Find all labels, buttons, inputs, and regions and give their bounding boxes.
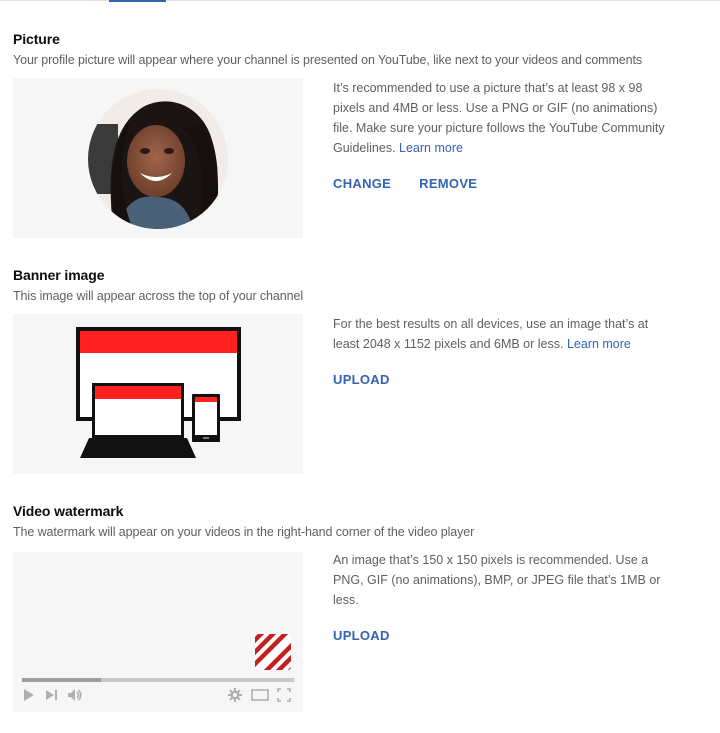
player-progress-fill bbox=[22, 678, 101, 682]
banner-learn-more-link[interactable]: Learn more bbox=[567, 337, 631, 351]
devices-illustration-icon bbox=[76, 327, 241, 458]
video-player-preview bbox=[13, 552, 303, 712]
watermark-actions: UPLOAD bbox=[333, 628, 390, 643]
watermark-description: The watermark will appear on your videos… bbox=[13, 525, 475, 539]
banner-section: Banner image This image will appear acro… bbox=[13, 267, 713, 474]
picture-learn-more-link[interactable]: Learn more bbox=[399, 141, 463, 155]
settings-gear-icon[interactable] bbox=[228, 688, 242, 702]
tab-bar-divider bbox=[0, 0, 720, 1]
picture-info: It’s recommended to use a picture that’s… bbox=[333, 78, 673, 158]
theater-mode-icon[interactable] bbox=[251, 688, 269, 702]
laptop-icon bbox=[80, 383, 196, 458]
watermark-section: Video watermark The watermark will appea… bbox=[13, 503, 713, 712]
watermark-info-text: An image that’s 150 x 150 pixels is reco… bbox=[333, 553, 661, 607]
picture-info-text: It’s recommended to use a picture that’s… bbox=[333, 81, 665, 155]
remove-picture-button[interactable]: REMOVE bbox=[419, 176, 477, 191]
change-picture-button[interactable]: CHANGE bbox=[333, 176, 391, 191]
watermark-info: An image that’s 150 x 150 pixels is reco… bbox=[333, 550, 673, 610]
picture-section: Picture Your profile picture will appear… bbox=[13, 31, 713, 238]
profile-photo bbox=[88, 89, 228, 229]
picture-actions: CHANGE REMOVE bbox=[333, 176, 477, 191]
banner-actions: UPLOAD bbox=[333, 372, 390, 387]
banner-title: Banner image bbox=[13, 267, 105, 283]
avatar bbox=[88, 89, 228, 229]
banner-info: For the best results on all devices, use… bbox=[333, 314, 673, 354]
phone-icon bbox=[192, 394, 220, 442]
watermark-title: Video watermark bbox=[13, 503, 124, 519]
banner-description: This image will appear across the top of… bbox=[13, 289, 303, 303]
picture-title: Picture bbox=[13, 31, 60, 47]
watermark-placeholder-icon bbox=[255, 634, 291, 670]
fullscreen-icon[interactable] bbox=[277, 688, 291, 702]
player-progress-bar[interactable] bbox=[22, 678, 294, 682]
profile-picture-preview bbox=[13, 78, 303, 238]
next-icon[interactable] bbox=[45, 688, 59, 702]
picture-description: Your profile picture will appear where y… bbox=[13, 53, 643, 67]
banner-preview bbox=[13, 314, 303, 474]
play-icon[interactable] bbox=[22, 688, 36, 702]
active-tab-indicator bbox=[109, 0, 166, 2]
upload-watermark-button[interactable]: UPLOAD bbox=[333, 628, 390, 643]
upload-banner-button[interactable]: UPLOAD bbox=[333, 372, 390, 387]
volume-icon[interactable] bbox=[67, 688, 85, 702]
